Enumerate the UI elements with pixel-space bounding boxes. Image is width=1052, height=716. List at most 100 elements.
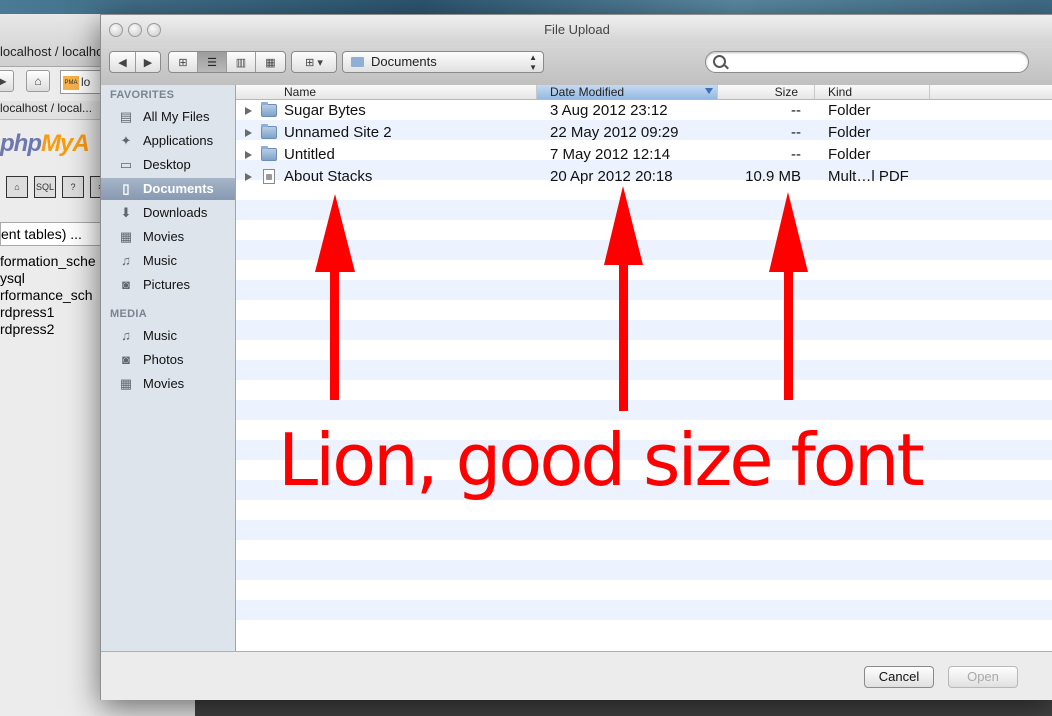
column-view-icon[interactable]: ▥ <box>227 52 256 72</box>
row-stripe <box>236 600 1052 620</box>
movies-icon: ▦ <box>119 376 133 391</box>
database-item[interactable]: ysql <box>0 270 96 287</box>
file-date: 3 Aug 2012 23:12 <box>550 102 668 119</box>
file-size: -- <box>791 146 801 163</box>
database-item[interactable]: rdpress1 <box>0 304 96 321</box>
back-button[interactable]: ▶ <box>0 70 14 92</box>
music-icon: ♫ <box>121 328 131 343</box>
search-field[interactable] <box>705 51 1029 73</box>
row-stripe <box>236 380 1052 400</box>
sidebar-heading-media: MEDIA <box>110 308 147 320</box>
arrange-grid-icon[interactable]: ⊞ ▾ <box>292 52 336 72</box>
sql-icon[interactable]: SQL <box>34 176 56 198</box>
row-stripe <box>236 300 1052 320</box>
annotation-caption: Lion, good size font <box>278 418 925 502</box>
pdf-document-icon <box>263 169 275 184</box>
column-header-kind[interactable]: Kind <box>815 85 930 99</box>
disclosure-triangle-icon[interactable] <box>245 129 252 137</box>
file-size: -- <box>791 102 801 119</box>
row-stripe <box>236 340 1052 360</box>
disclosure-triangle-icon[interactable] <box>245 173 252 181</box>
folder-icon <box>261 124 277 139</box>
address-bar[interactable]: PMA lo <box>60 70 102 94</box>
list-view-icon[interactable]: ☰ <box>198 52 227 72</box>
database-item[interactable]: rformance_sch <box>0 287 96 304</box>
row-stripe <box>236 200 1052 220</box>
sidebar-item-photos[interactable]: ◙ Photos <box>101 349 235 371</box>
file-row[interactable]: Unnamed Site 2 22 May 2012 09:29 -- Fold… <box>236 122 1052 144</box>
row-stripe <box>236 540 1052 560</box>
sidebar-item-documents[interactable]: ▯ Documents <box>101 178 235 200</box>
pma-breadcrumb[interactable]: localhost / local... <box>0 101 110 120</box>
disclosure-triangle-icon[interactable] <box>245 151 252 159</box>
dialog-titlebar: File Upload <box>101 15 1052 43</box>
home-icon[interactable]: ⌂ <box>6 176 28 198</box>
file-date: 20 Apr 2012 20:18 <box>550 168 673 185</box>
home-button[interactable]: ⌂ <box>26 70 50 92</box>
dialog-title: File Upload <box>544 22 610 37</box>
database-item[interactable]: formation_sche <box>0 253 96 270</box>
dialog-button-bar: Cancel Open <box>101 651 1052 700</box>
database-item[interactable]: rdpress2 <box>0 321 96 338</box>
help-icon[interactable]: ? <box>62 176 84 198</box>
arrange-control[interactable]: ⊞ ▾ <box>291 51 337 73</box>
file-name: Sugar Bytes <box>284 102 366 119</box>
sidebar-item-movies[interactable]: ▦ Movies <box>101 226 235 248</box>
file-row[interactable]: Untitled 7 May 2012 12:14 -- Folder <box>236 144 1052 166</box>
disclosure-triangle-icon[interactable] <box>245 107 252 115</box>
file-kind: Folder <box>828 146 871 163</box>
popup-arrows-icon: ▲ ▼ <box>529 53 537 72</box>
forward-arrow-icon[interactable]: ▶ <box>136 52 160 72</box>
row-stripe <box>236 580 1052 600</box>
sidebar-item-media-music[interactable]: ♫ Music <box>101 325 235 347</box>
file-row[interactable]: Sugar Bytes 3 Aug 2012 23:12 -- Folder <box>236 100 1052 122</box>
open-button[interactable]: Open <box>948 666 1018 688</box>
row-stripe <box>236 520 1052 540</box>
folder-icon <box>261 102 277 117</box>
column-header-size[interactable]: Size <box>718 85 815 99</box>
column-header-name[interactable]: Name <box>236 85 537 99</box>
sidebar-item-music[interactable]: ♫ Music <box>101 250 235 272</box>
icon-view-icon[interactable]: ⊞ <box>169 52 198 72</box>
sidebar-item-pictures[interactable]: ◙ Pictures <box>101 274 235 296</box>
location-label: Documents <box>371 54 437 69</box>
search-icon <box>713 55 726 68</box>
file-list: Name Date Modified Size Kind Sugar Bytes… <box>236 85 1052 651</box>
file-size: 10.9 MB <box>745 168 801 185</box>
file-row[interactable]: About Stacks 20 Apr 2012 20:18 10.9 MB M… <box>236 166 1052 188</box>
sort-descending-icon <box>705 88 713 94</box>
file-kind: Folder <box>828 102 871 119</box>
back-arrow-icon[interactable]: ◀ <box>110 52 136 72</box>
movies-icon: ▦ <box>119 229 133 244</box>
view-mode-control: ⊞ ☰ ▥ ▦ <box>168 51 286 73</box>
folder-icon <box>261 146 277 161</box>
back-forward-control: ◀ ▶ <box>109 51 161 73</box>
column-header-date-modified[interactable]: Date Modified <box>537 85 718 99</box>
photos-icon: ◙ <box>122 352 130 367</box>
database-select[interactable]: ent tables) ... <box>0 222 106 246</box>
file-name: About Stacks <box>284 168 373 185</box>
sidebar-item-downloads[interactable]: ⬇ Downloads <box>101 202 235 224</box>
location-popup[interactable]: Documents ▲ ▼ <box>342 51 544 73</box>
file-kind: Mult…l PDF <box>828 168 909 185</box>
file-name: Unnamed Site 2 <box>284 124 392 141</box>
url-text: lo <box>81 75 91 89</box>
row-stripe <box>236 500 1052 520</box>
row-stripe <box>236 220 1052 240</box>
all-files-icon: ▤ <box>119 109 133 124</box>
coverflow-view-icon[interactable]: ▦ <box>256 52 285 72</box>
sidebar-item-desktop[interactable]: ▭ Desktop <box>101 154 235 176</box>
browser-tab[interactable]: localhost / localhos <box>0 44 110 59</box>
pictures-icon: ◙ <box>122 277 130 292</box>
row-stripe <box>236 320 1052 340</box>
sidebar-item-all-my-files[interactable]: ▤ All My Files <box>101 106 235 128</box>
music-icon: ♫ <box>121 253 131 268</box>
file-size: -- <box>791 124 801 141</box>
column-header-row: Name Date Modified Size Kind <box>236 85 1052 100</box>
file-date: 22 May 2012 09:29 <box>550 124 679 141</box>
phpmyadmin-logo: phpMyA <box>0 130 90 157</box>
cancel-button[interactable]: Cancel <box>864 666 934 688</box>
sidebar-item-applications[interactable]: ✦ Applications <box>101 130 235 152</box>
sidebar-item-media-movies[interactable]: ▦ Movies <box>101 373 235 395</box>
row-stripe <box>236 360 1052 380</box>
